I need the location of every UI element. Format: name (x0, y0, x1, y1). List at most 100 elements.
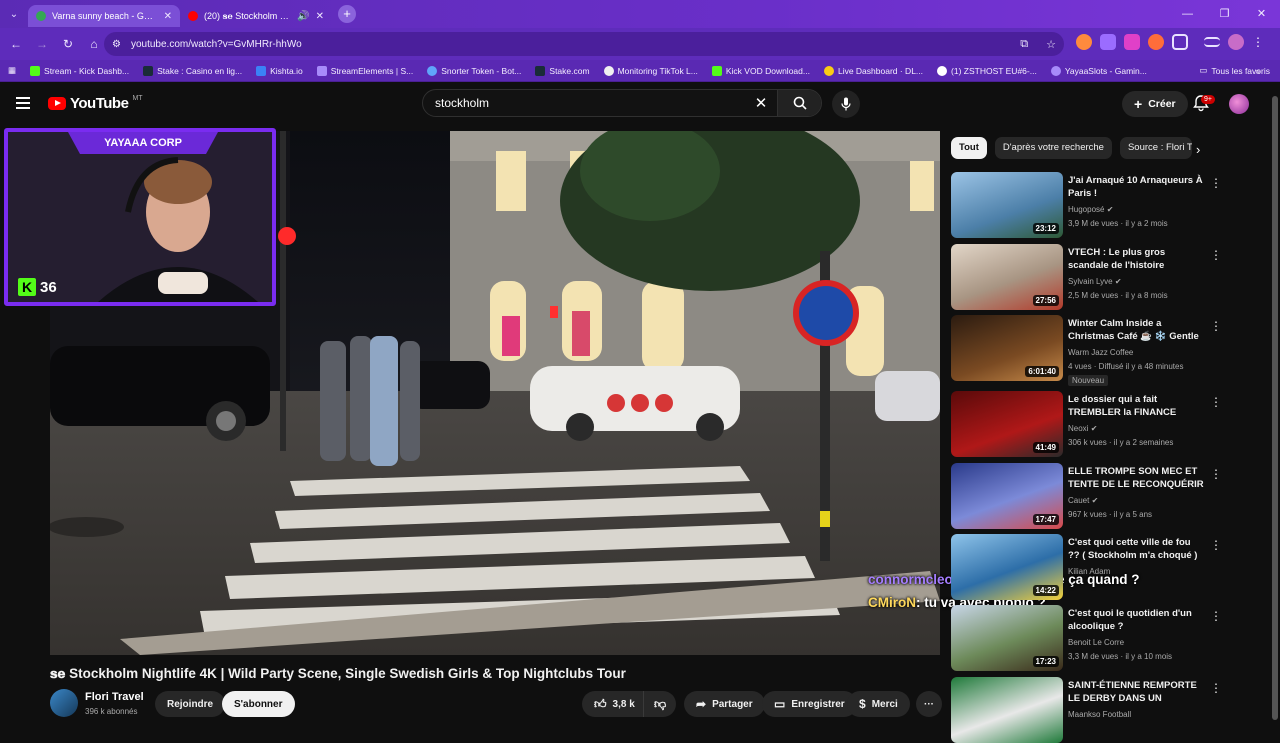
subscribe-button[interactable]: S'abonner (222, 691, 295, 717)
bookmark-3[interactable]: StreamElements | S... (316, 65, 413, 76)
recommendation-item[interactable]: SAINT-ÉTIENNE REMPORTE LE DERBY DANS UN … (951, 677, 1222, 743)
video-thumbnail[interactable]: 41:49 (951, 391, 1063, 457)
chip-source[interactable]: Source : Flori Tr (1119, 137, 1192, 159)
close-tab-icon[interactable]: ✕ (316, 11, 324, 22)
recommendation-item[interactable]: 23:12 J'ai Arnaqué 10 Arnaqueurs À Paris… (951, 172, 1222, 238)
youtube-logo[interactable]: YouTube MT (48, 95, 143, 112)
extension-fox-icon[interactable] (1076, 34, 1092, 50)
bookmark-4[interactable]: Snorter Token - Bot... (427, 65, 521, 76)
profile-avatar[interactable] (1228, 34, 1244, 50)
video-thumbnail[interactable]: 6:01:40 (951, 315, 1063, 381)
recommendation-channel[interactable]: Cauet ✔ (1068, 496, 1098, 505)
recommendation-item[interactable]: 41:49 Le dossier qui a fait TREMBLER la … (951, 391, 1222, 457)
channel-avatar[interactable] (50, 689, 78, 717)
save-button[interactable]: ▭ Enregistrer (762, 691, 857, 717)
bookmark-8[interactable]: Live Dashboard · DL... (823, 65, 923, 76)
home-icon[interactable]: ⌂ (82, 37, 106, 51)
audio-playing-icon[interactable]: 🔊 (297, 11, 309, 22)
bookmark-7[interactable]: Kick VOD Download... (711, 65, 810, 76)
chip-related-search[interactable]: D'après votre recherche (994, 137, 1112, 159)
share-button[interactable]: ➦ Partager (684, 691, 765, 717)
chevron-right-icon[interactable]: › (1196, 142, 1200, 157)
kebab-menu-icon[interactable]: ⋮ (1210, 176, 1222, 190)
recommendation-title[interactable]: Le dossier qui a fait TREMBLER la FINANC… (1068, 393, 1204, 421)
browser-tab-1[interactable]: (20) 𝐬𝐞 Stockholm Nightlife 🔊 ✕ (180, 5, 332, 27)
video-thumbnail[interactable]: 23:12 (951, 172, 1063, 238)
browser-tab-0[interactable]: Varna sunny beach - Google M ✕ (28, 5, 180, 27)
recommendation-title[interactable]: ELLE TROMPE SON MEC ET TENTE DE LE RECON… (1068, 465, 1204, 491)
kebab-menu-icon[interactable]: ⋮ (1210, 467, 1222, 481)
chip-all[interactable]: Tout (951, 137, 987, 159)
search-box[interactable]: stockholm ✕ (422, 89, 822, 117)
reload-icon[interactable]: ↻ (56, 37, 80, 51)
recommendation-channel[interactable]: Warm Jazz Coffee (1068, 348, 1133, 357)
kebab-menu-icon[interactable]: ⋮ (1210, 681, 1222, 695)
search-input[interactable]: stockholm (423, 96, 745, 110)
bookmark-star-icon[interactable]: ☆ (1046, 38, 1056, 51)
extension-pink-icon[interactable] (1124, 34, 1140, 50)
bookmark-0[interactable]: Stream - Kick Dashb... (30, 65, 129, 76)
site-info-icon[interactable]: ⚙ (112, 39, 121, 50)
close-tab-icon[interactable]: ✕ (164, 11, 172, 22)
extension-orange-icon[interactable] (1148, 34, 1164, 50)
recommendation-channel[interactable]: Neoxi ✔ (1068, 424, 1097, 433)
omnibox[interactable]: ⚙ youtube.com/watch?v=GvMHRr-hhWo ⧉ ☆ (104, 32, 1064, 56)
back-icon[interactable]: ← (4, 37, 28, 51)
channel-name[interactable]: Flori Travel (85, 691, 144, 703)
recommendation-item[interactable]: 17:23 C'est quoi le quotidien d'un alcoo… (951, 605, 1222, 671)
recommendation-channel[interactable]: Kilian Adam (1068, 567, 1110, 576)
kebab-menu-icon[interactable]: ⋮ (1210, 248, 1222, 262)
recommendation-item[interactable]: 6:01:40 Winter Calm Inside a Christmas C… (951, 315, 1222, 386)
recommendation-item[interactable]: 27:56 VTECH : Le plus gros scandale de l… (951, 244, 1222, 310)
recommendation-channel[interactable]: Benoit Le Corre (1068, 638, 1124, 647)
minimize-icon[interactable]: — (1169, 0, 1206, 28)
clear-search-icon[interactable]: ✕ (745, 94, 777, 112)
apps-grid-icon[interactable]: ▦ (8, 65, 16, 76)
close-window-icon[interactable]: ✕ (1243, 0, 1280, 28)
voice-search-button[interactable] (832, 90, 860, 118)
browser-menu-icon[interactable]: ⋮ (1252, 35, 1264, 49)
search-button[interactable] (777, 90, 821, 116)
thanks-button[interactable]: $ Merci (847, 691, 910, 717)
maximize-icon[interactable]: ❐ (1206, 0, 1243, 28)
scrollbar-thumb[interactable] (1272, 96, 1278, 720)
new-tab-button[interactable]: + (338, 5, 356, 23)
recommendation-channel[interactable]: Hugoposé ✔ (1068, 205, 1113, 214)
video-thumbnail[interactable] (951, 677, 1063, 743)
recommendation-channel[interactable]: Sylvain Lyve ✔ (1068, 277, 1122, 286)
recommendation-title[interactable]: Winter Calm Inside a Christmas Café ☕️ ❄… (1068, 317, 1204, 345)
account-avatar[interactable] (1229, 94, 1249, 114)
recommendation-title[interactable]: C'est quoi le quotidien d'un alcoolique … (1068, 607, 1204, 633)
menu-hamburger-icon[interactable] (16, 97, 30, 109)
kebab-menu-icon[interactable]: ⋮ (1210, 538, 1222, 552)
recommendation-title[interactable]: C'est quoi cette ville de fou ?? ( Stock… (1068, 536, 1204, 562)
forward-icon[interactable]: → (30, 37, 54, 51)
bookmark-9[interactable]: (1) ZSTHOST EU#6-... (937, 65, 1037, 76)
dislike-button[interactable]: 👎︎ (643, 691, 677, 717)
recommendation-title[interactable]: J'ai Arnaqué 10 Arnaqueurs À Paris ! (1068, 174, 1204, 200)
cast-icon[interactable]: ⧉ (1020, 38, 1028, 51)
kebab-menu-icon[interactable]: ⋮ (1210, 395, 1222, 409)
bookmark-10[interactable]: YayaaSlots - Gamin... (1050, 65, 1147, 76)
video-thumbnail[interactable]: 17:47 (951, 463, 1063, 529)
recommendation-item[interactable]: 17:47 ELLE TROMPE SON MEC ET TENTE DE LE… (951, 463, 1222, 529)
video-thumbnail[interactable]: 17:23 (951, 605, 1063, 671)
bookmark-5[interactable]: Stake.com (535, 65, 590, 76)
reading-list-icon[interactable] (1204, 37, 1220, 47)
all-favorites[interactable]: ▭ Tous les favoris (1199, 65, 1270, 76)
extension-purple-icon[interactable] (1100, 34, 1116, 50)
create-button[interactable]: + Créer (1122, 91, 1188, 117)
extensions-puzzle-icon[interactable] (1172, 34, 1188, 50)
recommendation-title[interactable]: SAINT-ÉTIENNE REMPORTE LE DERBY DANS UN … (1068, 679, 1204, 707)
bookmark-2[interactable]: Kishta.io (256, 65, 303, 76)
kebab-menu-icon[interactable]: ⋮ (1210, 319, 1222, 333)
like-button[interactable]: 👍︎ 3,8 k (582, 691, 643, 717)
kebab-menu-icon[interactable]: ⋮ (1210, 609, 1222, 623)
video-thumbnail[interactable]: 14:22 (951, 534, 1063, 600)
page-scrollbar[interactable] (1272, 90, 1278, 720)
recommendation-title[interactable]: VTECH : Le plus gros scandale de l'histo… (1068, 246, 1204, 274)
join-button[interactable]: Rejoindre (155, 691, 226, 717)
bookmark-6[interactable]: Monitoring TikTok L... (603, 65, 698, 76)
recommendation-channel[interactable]: Maankso Football (1068, 710, 1131, 719)
video-thumbnail[interactable]: 27:56 (951, 244, 1063, 310)
